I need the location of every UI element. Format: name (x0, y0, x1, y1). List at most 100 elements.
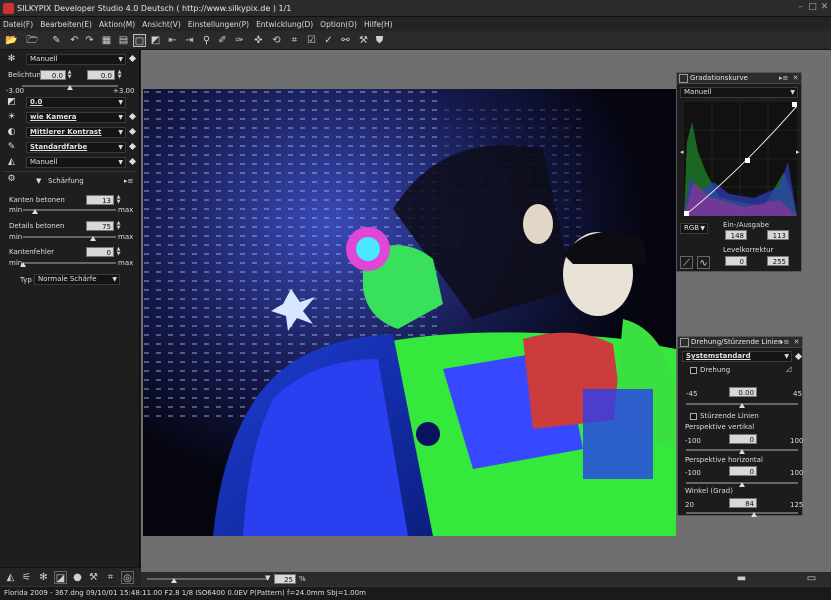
panel-menu-icon[interactable]: ▸≡ (780, 338, 789, 347)
angle-slider[interactable] (686, 512, 798, 514)
sharpness-menu-icon[interactable] (128, 157, 137, 166)
edge-slider-knob[interactable] (32, 209, 39, 214)
vertical-value-field[interactable]: 0 (729, 434, 757, 444)
horizontal-slider-knob[interactable] (739, 482, 745, 487)
sun-icon[interactable]: ☀ (6, 112, 17, 123)
preset-menu-icon[interactable] (128, 54, 137, 63)
spot-icon[interactable]: ✜ (252, 34, 265, 47)
pipette-icon[interactable]: ✎ (50, 34, 63, 47)
detail-spinner[interactable]: ▲ ▼ (116, 221, 121, 231)
exposure-fine-field[interactable]: 0.0 (87, 70, 115, 80)
edgeerr-spinner[interactable]: ▲ ▼ (116, 247, 121, 257)
edge-spinner[interactable]: ▲ ▼ (116, 195, 121, 205)
rotation-checkbox[interactable] (690, 367, 697, 374)
color-tool-icon[interactable]: ● (71, 571, 84, 584)
preview-photo[interactable] (143, 89, 676, 536)
sharpen-type-dropdown[interactable]: Normale Schärfe ▼ (34, 274, 120, 285)
zoom-icon[interactable]: ⚲ (200, 34, 213, 47)
zoom-value-field[interactable]: 25 (274, 574, 296, 584)
menu-entwicklung[interactable]: Entwicklung(D) (256, 20, 313, 29)
io-output-field[interactable]: 113 (767, 230, 789, 240)
wb-icon[interactable]: ◩ (6, 97, 17, 108)
zoom-dropdown-arrow[interactable]: ▼ (265, 574, 270, 582)
level-high-field[interactable]: 255 (767, 256, 789, 266)
lens-tool-icon[interactable]: ◎ (121, 571, 134, 584)
open-file-icon[interactable]: 🗁 (26, 34, 39, 47)
brush-icon[interactable]: ✎ (6, 142, 17, 153)
detail-slider-knob[interactable] (89, 236, 96, 241)
panel-close-icon[interactable]: ✕ (792, 338, 801, 347)
channel-dropdown[interactable]: RGB ▼ (680, 223, 708, 234)
colorstyle-menu-icon[interactable] (128, 142, 137, 151)
panel-menu-icon[interactable]: ▸≡ (779, 74, 788, 83)
link-icon[interactable]: ⚯ (339, 34, 352, 47)
batch-icon[interactable]: ⛊ (373, 34, 386, 47)
maximize-icon[interactable]: □ (807, 2, 818, 13)
horizontal-value-field[interactable]: 0 (729, 466, 757, 476)
color-menu-icon[interactable] (128, 112, 137, 121)
section-menu-icon[interactable]: ▸≡ (124, 177, 133, 185)
highlight-tool-icon[interactable]: ✻ (37, 571, 50, 584)
menu-einstellungen[interactable]: Einstellungen(P) (188, 20, 249, 29)
curve-point[interactable] (745, 158, 750, 163)
tag-icon[interactable]: ✓ (322, 34, 335, 47)
menu-ansicht[interactable]: Ansicht(V) (142, 20, 181, 29)
vertical-slider-knob[interactable] (739, 449, 745, 454)
io-input-field[interactable]: 148 (725, 230, 747, 240)
thumbnail-view-icon[interactable]: ▦ (100, 34, 113, 47)
next-image-icon[interactable]: ⇥ (183, 34, 196, 47)
tone-curve-graph[interactable] (684, 102, 797, 216)
compare-view-icon[interactable]: ◩ (149, 34, 162, 47)
angle-value-field[interactable]: 84 (729, 498, 757, 508)
color-dropdown[interactable]: wie Kamera ▼ (26, 112, 126, 123)
edgeerr-slider[interactable] (23, 262, 116, 264)
edge-value-field[interactable]: 13 (86, 195, 114, 205)
sharpness-preset-dropdown[interactable]: Manuell ▼ (26, 157, 126, 168)
level-low-field[interactable]: 0 (725, 256, 747, 266)
contrast-dropdown[interactable]: Mittlerer Kontrast ▼ (26, 127, 126, 138)
right-input-handle[interactable]: ▸ (796, 148, 800, 156)
status-icon[interactable]: ▬ (735, 572, 748, 585)
close-icon[interactable]: ✕ (819, 2, 830, 13)
detail-value-field[interactable]: 75 (86, 221, 114, 231)
mark-icon[interactable]: ☑ (305, 34, 318, 47)
wb-picker-icon[interactable]: ✐ (216, 34, 229, 47)
gray-picker-icon[interactable]: ✑ (233, 34, 246, 47)
collapse-arrow-icon[interactable]: ▼ (36, 177, 41, 185)
gear-icon[interactable]: ✻ (6, 54, 17, 65)
rotate-icon[interactable]: ⟲ (270, 34, 283, 47)
zoom-slider-knob[interactable] (171, 578, 177, 583)
colorstyle-dropdown[interactable]: Standardfarbe ▼ (26, 142, 126, 153)
rotation-slider-knob[interactable] (739, 403, 745, 408)
linear-curve-icon[interactable]: ⟋ (680, 256, 693, 269)
contrast-icon[interactable]: ◐ (6, 127, 17, 138)
left-input-handle[interactable]: ◂ (680, 148, 684, 156)
preset-dropdown[interactable]: Manuell ▼ (26, 54, 126, 65)
fullscreen-icon[interactable]: ▭ (805, 572, 818, 585)
angle-tool-icon[interactable]: ◿ (786, 365, 791, 373)
sharpness-icon[interactable]: ◭ (6, 157, 17, 168)
edgeerr-value-field[interactable]: 0 (86, 247, 114, 257)
combined-view-icon[interactable]: ▤ (117, 34, 130, 47)
crop-icon[interactable]: ⌗ (288, 34, 301, 47)
open-folder-icon[interactable]: 📂 (5, 34, 18, 47)
menu-bearbeiten[interactable]: Bearbeiten(E) (40, 20, 92, 29)
edgeerr-slider-knob[interactable] (20, 262, 26, 267)
curve-tool-icon[interactable]: ◪ (54, 571, 67, 584)
spline-curve-icon[interactable]: ∿ (697, 256, 710, 269)
detail-slider[interactable] (23, 236, 116, 238)
preview-view-icon[interactable]: ▢ (133, 34, 146, 47)
sharpen-tool-icon[interactable]: ⚒ (87, 571, 100, 584)
rotation-menu-icon[interactable] (794, 352, 803, 361)
redo-icon[interactable]: ↷ (83, 34, 96, 47)
develop-icon[interactable]: ⚒ (357, 34, 370, 47)
rotation-preset-dropdown[interactable]: Systemstandard ▼ (682, 351, 792, 362)
zoom-slider[interactable] (147, 578, 267, 580)
minimize-icon[interactable]: – (795, 2, 806, 13)
angle-slider-knob[interactable] (751, 512, 758, 517)
tone-curve-preset-dropdown[interactable]: Manuell ▼ (680, 87, 798, 98)
crop-tool-icon[interactable]: ⌗ (104, 571, 117, 584)
panel-close-icon[interactable]: ✕ (791, 74, 800, 83)
menu-datei[interactable]: Datei(F) (3, 20, 33, 29)
exposure-fine-spinner[interactable]: ▲ ▼ (117, 70, 122, 80)
